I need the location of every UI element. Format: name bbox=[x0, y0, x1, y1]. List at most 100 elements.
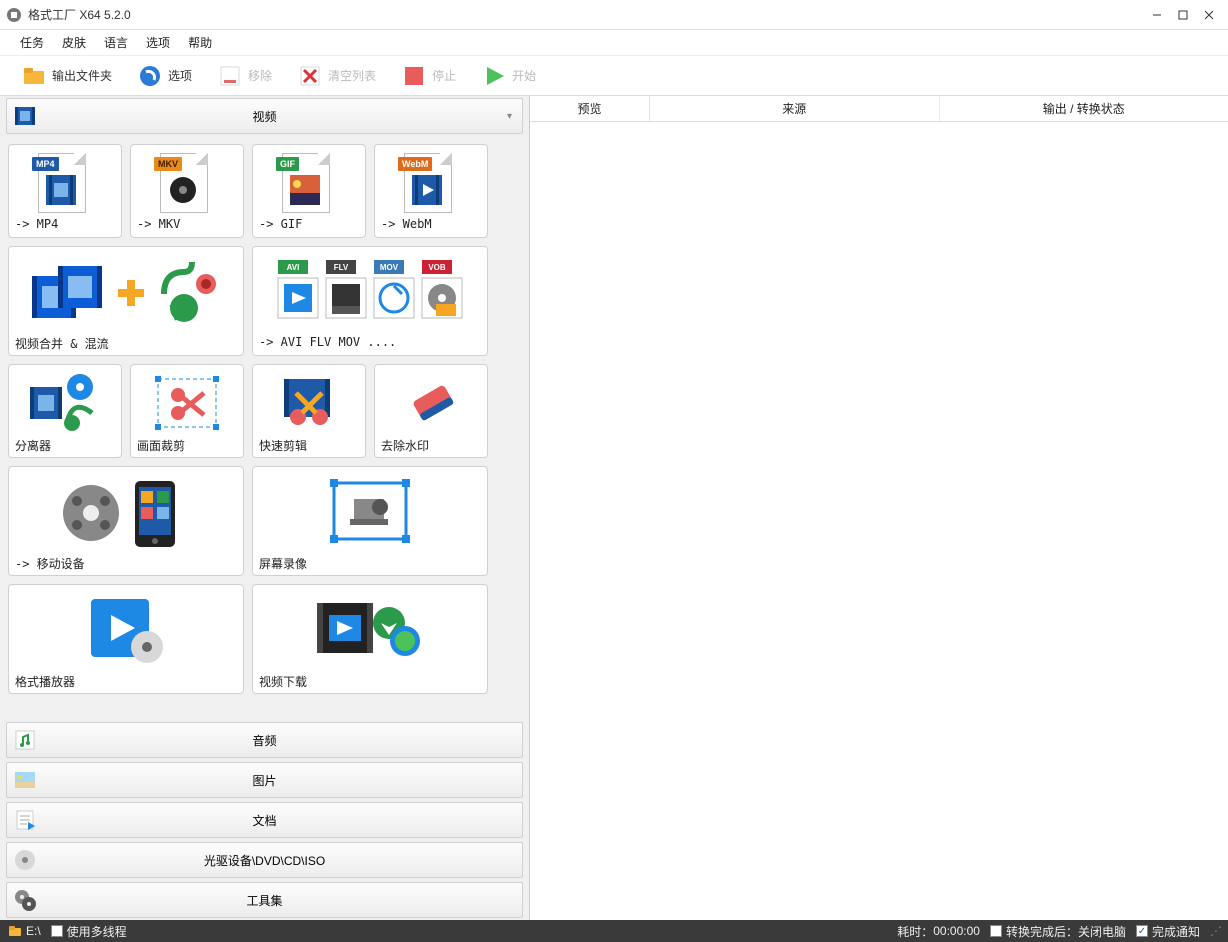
status-drive[interactable]: E:\ bbox=[8, 924, 41, 938]
tile-label: -> GIF bbox=[259, 217, 359, 235]
tile-remove-watermark[interactable]: 去除水印 bbox=[374, 364, 488, 458]
tile-label: 视频下载 bbox=[259, 673, 481, 691]
accordion-rom[interactable]: 光驱设备\DVD\CD\ISO bbox=[6, 842, 523, 878]
tile-video-download[interactable]: 视频下载 bbox=[252, 584, 488, 694]
status-after-conversion[interactable]: 转换完成后： 关闭电脑 bbox=[990, 923, 1126, 940]
main-area: 视频 ▾ MP4 -> MP4 MKV -> MKV GIF -> GIF bbox=[0, 96, 1228, 920]
play-icon bbox=[482, 64, 506, 88]
status-multithread[interactable]: 使用多线程 bbox=[51, 923, 127, 940]
accordion-picture-label: 图片 bbox=[252, 772, 276, 789]
menu-help[interactable]: 帮助 bbox=[188, 34, 212, 51]
checkbox-unchecked-icon bbox=[51, 925, 63, 937]
picture-section-icon bbox=[13, 768, 37, 792]
accordion-audio[interactable]: 音频 bbox=[6, 722, 523, 758]
video-tile-grid: MP4 -> MP4 MKV -> MKV GIF -> GIF WebM ->… bbox=[0, 136, 529, 720]
clear-list-label: 清空列表 bbox=[328, 67, 376, 84]
options-icon bbox=[138, 64, 162, 88]
app-icon bbox=[6, 7, 22, 23]
status-notify[interactable]: ✓ 完成通知 bbox=[1136, 923, 1200, 940]
screen-record-icon bbox=[320, 473, 420, 553]
accordion-video[interactable]: 视频 ▾ bbox=[6, 98, 523, 134]
tile-to-mp4[interactable]: MP4 -> MP4 bbox=[8, 144, 122, 238]
status-elapsed-value: 00:00:00 bbox=[933, 924, 980, 938]
minimize-button[interactable] bbox=[1144, 5, 1170, 25]
tile-to-mkv[interactable]: MKV -> MKV bbox=[130, 144, 244, 238]
accordion-picture[interactable]: 图片 bbox=[6, 762, 523, 798]
accordion-audio-label: 音频 bbox=[252, 732, 276, 749]
accordion-tools[interactable]: 工具集 bbox=[6, 882, 523, 918]
remove-icon bbox=[218, 64, 242, 88]
col-output[interactable]: 输出 / 转换状态 bbox=[940, 96, 1228, 121]
video-section-icon bbox=[13, 104, 37, 128]
status-elapsed-label: 耗时： bbox=[897, 923, 933, 940]
tile-screen-record[interactable]: 屏幕录像 bbox=[252, 466, 488, 576]
document-section-icon bbox=[13, 808, 37, 832]
accordion-document-label: 文档 bbox=[252, 812, 276, 829]
output-folder-button[interactable]: 输出文件夹 bbox=[18, 61, 116, 91]
tile-label: 去除水印 bbox=[381, 437, 481, 455]
tile-merge-mux[interactable]: 视频合并 & 混流 bbox=[8, 246, 244, 356]
menu-skin[interactable]: 皮肤 bbox=[62, 34, 86, 51]
resize-grip-icon[interactable]: ⋰ bbox=[1210, 924, 1220, 938]
window-title: 格式工厂 X64 5.2.0 bbox=[28, 6, 131, 23]
tile-label: -> WebM bbox=[381, 217, 481, 235]
tile-to-webm[interactable]: WebM -> WebM bbox=[374, 144, 488, 238]
tile-splitter[interactable]: 分离器 bbox=[8, 364, 122, 458]
remove-button[interactable]: 移除 bbox=[214, 61, 276, 91]
start-label: 开始 bbox=[512, 67, 536, 84]
tile-format-player[interactable]: 格式播放器 bbox=[8, 584, 244, 694]
tile-to-mobile[interactable]: -> 移动设备 bbox=[8, 466, 244, 576]
right-panel: 预览 来源 输出 / 转换状态 bbox=[530, 96, 1228, 920]
statusbar: E:\ 使用多线程 耗时： 00:00:00 转换完成后： 关闭电脑 ✓ 完成通… bbox=[0, 920, 1228, 942]
col-source[interactable]: 来源 bbox=[650, 96, 940, 121]
tile-label: 分离器 bbox=[15, 437, 115, 455]
svg-text:FLV: FLV bbox=[334, 263, 349, 272]
tile-crop[interactable]: 画面裁剪 bbox=[130, 364, 244, 458]
multi-format-icon: AVI FLV MOV VOB bbox=[270, 256, 470, 330]
stop-button[interactable]: 停止 bbox=[398, 61, 460, 91]
close-button[interactable] bbox=[1196, 5, 1222, 25]
menubar: 任务 皮肤 语言 选项 帮助 bbox=[0, 30, 1228, 56]
accordion-tools-label: 工具集 bbox=[246, 892, 282, 909]
folder-icon bbox=[8, 924, 22, 938]
tile-quick-cut[interactable]: 快速剪辑 bbox=[252, 364, 366, 458]
titlebar: 格式工厂 X64 5.2.0 bbox=[0, 0, 1228, 30]
checkbox-unchecked-icon bbox=[990, 925, 1002, 937]
toolbar: 输出文件夹 选项 移除 清空列表 停止 开始 bbox=[0, 56, 1228, 96]
maximize-button[interactable] bbox=[1170, 5, 1196, 25]
tile-label: 快速剪辑 bbox=[259, 437, 359, 455]
download-icon bbox=[305, 591, 435, 671]
tile-label: -> MP4 bbox=[15, 217, 115, 235]
accordion-video-label: 视频 bbox=[252, 108, 276, 125]
svg-text:MOV: MOV bbox=[380, 263, 399, 272]
clear-list-button[interactable]: 清空列表 bbox=[294, 61, 380, 91]
status-elapsed: 耗时： 00:00:00 bbox=[897, 923, 980, 940]
options-button[interactable]: 选项 bbox=[134, 61, 196, 91]
tile-label: 画面裁剪 bbox=[137, 437, 237, 455]
status-after-label: 转换完成后： bbox=[1006, 923, 1078, 940]
stop-label: 停止 bbox=[432, 67, 456, 84]
output-folder-label: 输出文件夹 bbox=[52, 67, 112, 84]
eraser-icon bbox=[401, 373, 461, 433]
options-label: 选项 bbox=[168, 67, 192, 84]
tile-to-avi-flv-mov[interactable]: AVI FLV MOV VOB bbox=[252, 246, 488, 356]
menu-options[interactable]: 选项 bbox=[146, 34, 170, 51]
tile-to-gif[interactable]: GIF -> GIF bbox=[252, 144, 366, 238]
folder-icon bbox=[22, 64, 46, 88]
tile-label: -> MKV bbox=[137, 217, 237, 235]
audio-section-icon bbox=[13, 728, 37, 752]
tile-label: -> 移动设备 bbox=[15, 555, 237, 573]
status-drive-label: E:\ bbox=[26, 924, 41, 938]
menu-task[interactable]: 任务 bbox=[20, 34, 44, 51]
col-preview[interactable]: 预览 bbox=[530, 96, 650, 121]
accordion-document[interactable]: 文档 bbox=[6, 802, 523, 838]
chevron-down-icon: ▾ bbox=[507, 111, 512, 122]
column-header-row: 预览 来源 输出 / 转换状态 bbox=[530, 96, 1228, 122]
start-button[interactable]: 开始 bbox=[478, 61, 540, 91]
stop-icon bbox=[402, 64, 426, 88]
tile-label: 格式播放器 bbox=[15, 673, 237, 691]
rom-section-icon bbox=[13, 848, 37, 872]
checkbox-checked-icon: ✓ bbox=[1136, 925, 1148, 937]
mobile-device-icon bbox=[51, 473, 201, 553]
menu-language[interactable]: 语言 bbox=[104, 34, 128, 51]
